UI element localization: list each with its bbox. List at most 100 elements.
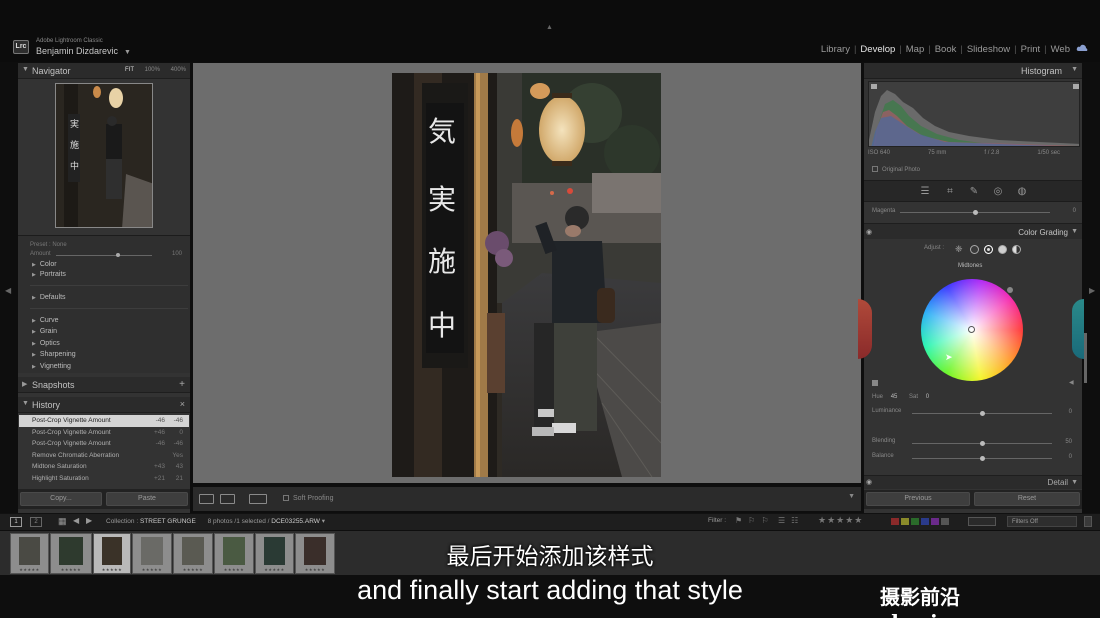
edit-filter-icons[interactable]: ☰☷ xyxy=(778,516,804,525)
histogram[interactable] xyxy=(868,81,1080,147)
paste-button[interactable]: Paste xyxy=(106,492,188,506)
preset-amount-slider[interactable]: Amount 100 xyxy=(30,251,182,259)
before-after-icon[interactable] xyxy=(220,494,235,504)
module-map[interactable]: Map xyxy=(902,44,928,55)
filmstrip-source[interactable]: Collection : STREET GRUNGE 8 photos /1 s… xyxy=(106,517,325,525)
secondary-window-icon[interactable]: 2 xyxy=(30,517,42,527)
color-swatch[interactable] xyxy=(911,518,919,525)
preset-group-curve[interactable]: ▶ Curve xyxy=(32,317,59,324)
edit-sliders-icon[interactable]: ☰ xyxy=(919,186,931,198)
expand-triangle-icon[interactable]: ▶ xyxy=(22,380,27,388)
history-item[interactable]: Midtone Saturation +43 43 xyxy=(19,461,189,473)
collapse-right-panel-icon[interactable]: ▶ xyxy=(1089,286,1095,295)
collapse-triangle-icon[interactable]: ▼ xyxy=(22,66,29,73)
chevron-down-icon[interactable]: ▾ xyxy=(322,518,325,525)
midtones-dot-icon[interactable] xyxy=(984,245,993,254)
filter-toggle[interactable] xyxy=(968,517,996,526)
back-arrow-icon[interactable]: ◀ xyxy=(73,516,79,525)
color-swatch[interactable] xyxy=(921,518,929,525)
arrow-icon[interactable]: ◀ xyxy=(1069,379,1074,386)
masking-icon[interactable]: ◍ xyxy=(1016,186,1028,198)
slider-knob[interactable] xyxy=(116,253,120,257)
reset-button[interactable]: Reset xyxy=(974,492,1080,506)
color-swatch[interactable] xyxy=(941,518,949,525)
navigator-preview[interactable]: 実 施 中 xyxy=(55,83,153,228)
scrollbar[interactable] xyxy=(1084,333,1087,383)
balance-slider[interactable]: Balance 0 xyxy=(872,453,1072,463)
swatch-icon[interactable] xyxy=(872,380,878,386)
highlights-dot-icon[interactable] xyxy=(998,245,1007,254)
module-book[interactable]: Book xyxy=(931,44,961,55)
wheel-center-handle[interactable] xyxy=(968,326,975,333)
history-item[interactable]: Post-Crop Vignette Amount +46 0 xyxy=(19,427,189,439)
before-after-swap-icon[interactable] xyxy=(249,494,267,504)
history-header[interactable]: ▼ History × xyxy=(18,397,190,413)
photo-canvas[interactable]: 気 実 施 中 xyxy=(193,63,861,483)
collapse-top-panel-icon[interactable]: ▲ xyxy=(546,24,553,31)
cloud-sync-icon[interactable] xyxy=(1076,43,1088,53)
red-eye-icon[interactable]: ◎ xyxy=(992,186,1004,198)
slider-knob[interactable] xyxy=(980,456,985,461)
collapse-triangle-icon[interactable]: ▼ xyxy=(1071,228,1078,235)
eye-icon[interactable]: ◉ xyxy=(866,478,872,486)
history-item[interactable]: Highlight Saturation +21 21 xyxy=(19,473,189,485)
collapse-triangle-icon[interactable]: ▼ xyxy=(22,400,29,407)
original-photo-toggle[interactable]: Original Photo xyxy=(872,166,920,173)
checkbox[interactable] xyxy=(283,495,289,501)
hue-value[interactable]: 45 xyxy=(891,394,898,400)
module-print[interactable]: Print xyxy=(1017,44,1045,55)
slider-knob[interactable] xyxy=(973,210,978,215)
filter-lock-icon[interactable] xyxy=(1084,516,1092,527)
navigator-header[interactable]: ▼ Navigator FIT 100% 400% xyxy=(18,63,190,79)
color-swatch[interactable] xyxy=(891,518,899,525)
color-wheel[interactable]: ➤ xyxy=(921,279,1023,381)
history-item[interactable]: Post-Crop Vignette Amount -46 -46 xyxy=(19,415,189,427)
preset-group-vignetting[interactable]: ▶ Vignetting xyxy=(32,363,71,370)
color-grading-header[interactable]: ◉ Color Grading ▼ xyxy=(864,223,1082,239)
slider-knob[interactable] xyxy=(980,411,985,416)
filters-dropdown[interactable]: Filters Off xyxy=(1007,516,1077,527)
collapse-left-panel-icon[interactable]: ◀ xyxy=(5,286,11,295)
color-label-filter[interactable] xyxy=(891,518,951,527)
collapse-triangle-icon[interactable]: ▼ xyxy=(1071,66,1078,73)
toolbar-menu-icon[interactable]: ▼ xyxy=(848,493,855,500)
preset-group-defaults[interactable]: ▶ Defaults xyxy=(32,294,66,301)
three-way-icon[interactable]: ❈ xyxy=(955,244,963,255)
luminance-slider[interactable]: Luminance 0 xyxy=(872,408,1072,418)
rating-filter[interactable]: ★★★★★ xyxy=(818,515,863,526)
grid-view-icon[interactable]: ▦ xyxy=(58,516,67,527)
main-photo[interactable]: 気 実 施 中 xyxy=(392,73,661,477)
preset-group-optics[interactable]: ▶ Optics xyxy=(32,340,60,347)
preset-group-sharpening[interactable]: ▶ Sharpening xyxy=(32,351,76,358)
module-slideshow[interactable]: Slideshow xyxy=(963,44,1014,55)
identity-plate[interactable]: Benjamin Dizdarevic ▼ xyxy=(36,46,131,56)
zoom-400[interactable]: 400% xyxy=(171,67,186,73)
zoom-fit[interactable]: FIT xyxy=(125,67,134,73)
history-item[interactable]: Post-Crop Vignette Amount -46 -46 xyxy=(19,438,189,450)
slider-knob[interactable] xyxy=(980,441,985,446)
global-dot-icon[interactable] xyxy=(1012,245,1021,254)
previous-button[interactable]: Previous xyxy=(866,492,970,506)
collapse-triangle-icon[interactable]: ▼ xyxy=(1071,479,1078,486)
zoom-100[interactable]: 100% xyxy=(145,67,160,73)
history-item[interactable]: Remove Chromatic Aberration Yes xyxy=(19,450,189,462)
soft-proofing-toggle[interactable]: Soft Proofing xyxy=(283,495,333,502)
healing-icon[interactable]: ✎ xyxy=(968,186,980,198)
module-develop[interactable]: Develop xyxy=(856,44,899,55)
detail-header[interactable]: ◉ Detail ▼ xyxy=(864,475,1082,489)
blending-slider[interactable]: Blending 50 xyxy=(872,438,1072,448)
add-snapshot-button[interactable]: + xyxy=(179,379,185,390)
module-web[interactable]: Web xyxy=(1047,44,1074,55)
module-library[interactable]: Library xyxy=(817,44,854,55)
preset-group-portraits[interactable]: ▶ Portraits xyxy=(32,271,66,278)
loupe-view-icon[interactable] xyxy=(199,494,214,504)
preset-group-grain[interactable]: ▶ Grain xyxy=(32,328,57,335)
forward-arrow-icon[interactable]: ▶ xyxy=(86,516,92,525)
flag-filter-icons[interactable]: ⚑⚐⚐ xyxy=(735,516,775,525)
main-window-icon[interactable]: 1 xyxy=(10,517,22,527)
copy-button[interactable]: Copy... xyxy=(20,492,102,506)
crop-icon[interactable]: ⌗ xyxy=(944,186,956,198)
histogram-header[interactable]: Histogram ▼ xyxy=(864,63,1082,79)
sat-value[interactable]: 0 xyxy=(926,394,929,400)
chevron-down-icon[interactable]: ▼ xyxy=(124,49,131,56)
